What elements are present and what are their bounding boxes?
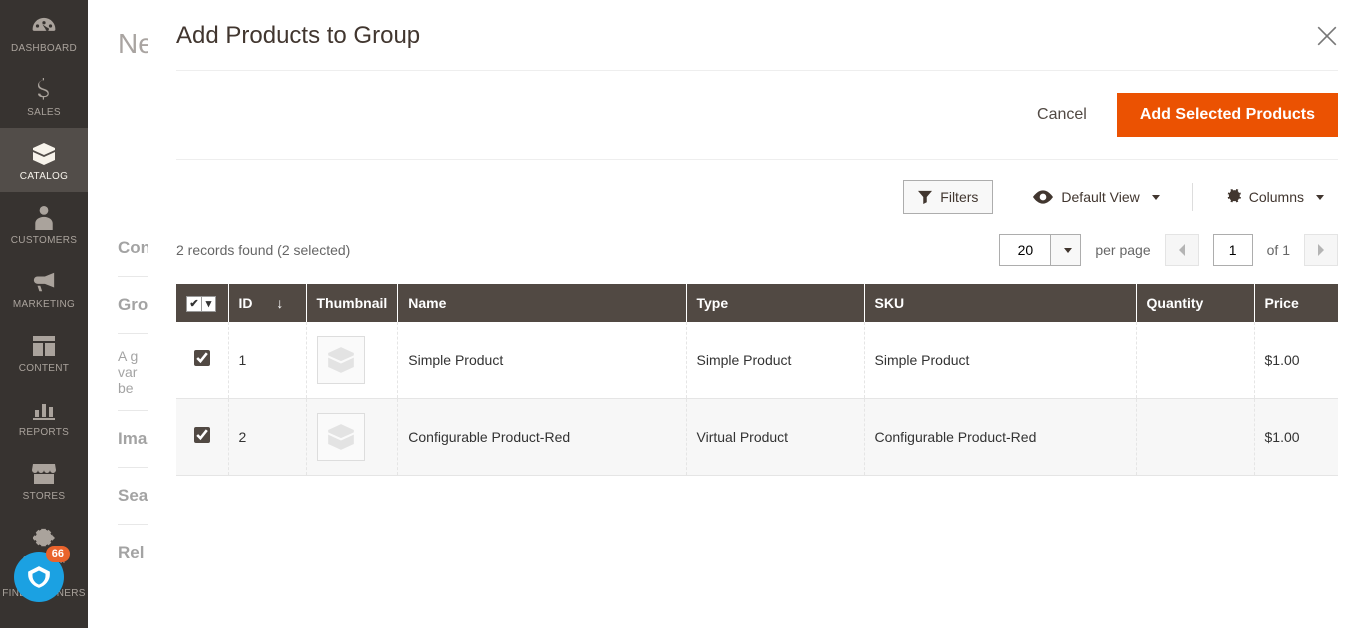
bars-icon — [33, 396, 55, 424]
page-total-label: of 1 — [1267, 242, 1290, 258]
table-row[interactable]: 1 Simple Product Simple Product Simple P… — [176, 322, 1338, 399]
layout-icon — [33, 332, 55, 360]
columns-button[interactable]: Columns — [1211, 181, 1338, 213]
cell-price: $1.00 — [1254, 322, 1338, 399]
col-quantity[interactable]: Quantity — [1136, 284, 1254, 322]
sidebar-item-label: Marketing — [13, 299, 75, 310]
megaphone-icon — [32, 268, 56, 296]
add-products-modal: Add Products to Group Cancel Add Selecte… — [148, 0, 1366, 628]
cell-id: 1 — [228, 322, 306, 399]
sidebar-item-label: Reports — [19, 427, 69, 438]
col-select-all[interactable]: ✔ ▾ — [176, 284, 228, 322]
store-icon — [32, 460, 56, 488]
help-bubble[interactable]: 66 — [14, 552, 64, 602]
cancel-button[interactable]: Cancel — [1031, 96, 1093, 134]
row-checkbox[interactable] — [194, 427, 210, 443]
sidebar-item-stores[interactable]: Stores — [0, 448, 88, 512]
funnel-icon — [918, 190, 932, 204]
sidebar-item-customers[interactable]: Customers — [0, 192, 88, 256]
separator — [1192, 183, 1193, 211]
admin-sidebar: Dashboard Sales Catalog Customers Market… — [0, 0, 88, 628]
table-row[interactable]: 2 Configurable Product-Red Virtual Produ… — [176, 398, 1338, 475]
sidebar-item-label: Catalog — [20, 171, 68, 182]
sidebar-item-label: Customers — [11, 235, 77, 246]
sidebar-item-label: Dashboard — [11, 43, 77, 54]
default-view-label: Default View — [1061, 189, 1139, 205]
row-checkbox[interactable] — [194, 350, 210, 366]
filters-button[interactable]: Filters — [903, 180, 993, 214]
col-price[interactable]: Price — [1254, 284, 1338, 322]
chevron-down-icon — [1064, 248, 1072, 253]
sidebar-item-label: Sales — [27, 107, 61, 118]
add-selected-button[interactable]: Add Selected Products — [1117, 93, 1338, 137]
gauge-icon — [31, 12, 57, 40]
sidebar-item-sales[interactable]: Sales — [0, 64, 88, 128]
filters-label: Filters — [940, 189, 978, 205]
gear-icon — [1225, 189, 1241, 205]
chevron-down-icon: ▾ — [201, 297, 215, 311]
sidebar-item-label: Stores — [23, 491, 66, 502]
close-icon[interactable] — [1316, 25, 1338, 47]
col-id[interactable]: ID ↓ — [228, 284, 306, 322]
cell-name: Configurable Product-Red — [398, 398, 686, 475]
sidebar-item-catalog[interactable]: Catalog — [0, 128, 88, 192]
sort-arrow-down-icon: ↓ — [276, 295, 283, 311]
records-found: 2 records found (2 selected) — [176, 242, 350, 258]
col-name[interactable]: Name — [398, 284, 686, 322]
cell-name: Simple Product — [398, 322, 686, 399]
col-type[interactable]: Type — [686, 284, 864, 322]
chevron-down-icon — [1152, 195, 1160, 200]
cell-price: $1.00 — [1254, 398, 1338, 475]
per-page-input[interactable] — [999, 234, 1051, 266]
cell-type: Virtual Product — [686, 398, 864, 475]
dollar-icon — [36, 76, 52, 104]
cell-sku: Simple Product — [864, 322, 1136, 399]
pager: per page of 1 — [999, 234, 1338, 266]
check-icon: ✔ — [187, 297, 201, 311]
col-thumbnail[interactable]: Thumbnail — [306, 284, 398, 322]
eye-icon — [1033, 190, 1053, 204]
person-icon — [35, 204, 53, 232]
sidebar-item-marketing[interactable]: Marketing — [0, 256, 88, 320]
cell-type: Simple Product — [686, 322, 864, 399]
chevron-left-icon — [1178, 244, 1186, 256]
cell-id: 2 — [228, 398, 306, 475]
modal-toolbar: Cancel Add Selected Products — [176, 70, 1338, 160]
columns-label: Columns — [1249, 189, 1304, 205]
modal-title: Add Products to Group — [176, 22, 420, 50]
cell-sku: Configurable Product-Red — [864, 398, 1136, 475]
col-sku[interactable]: SKU — [864, 284, 1136, 322]
sidebar-item-label: Content — [19, 363, 69, 374]
sidebar-item-reports[interactable]: Reports — [0, 384, 88, 448]
sidebar-item-content[interactable]: Content — [0, 320, 88, 384]
per-page-label: per page — [1095, 242, 1150, 258]
chevron-down-icon — [1316, 195, 1324, 200]
cell-qty — [1136, 322, 1254, 399]
grid-controls: Filters Default View Columns — [176, 160, 1338, 224]
cell-qty — [1136, 398, 1254, 475]
notification-badge: 66 — [46, 546, 70, 562]
per-page-dropdown[interactable] — [1051, 234, 1081, 266]
products-grid: ✔ ▾ ID ↓ Thumbnail Name Type SKU Quantit… — [176, 284, 1338, 476]
chevron-right-icon — [1317, 244, 1325, 256]
next-page-button[interactable] — [1304, 234, 1338, 266]
thumbnail-icon — [317, 413, 365, 461]
col-id-label: ID — [239, 295, 253, 311]
box-icon — [32, 140, 56, 168]
prev-page-button[interactable] — [1165, 234, 1199, 266]
thumbnail-icon — [317, 336, 365, 384]
page-input[interactable] — [1213, 234, 1253, 266]
sidebar-item-dashboard[interactable]: Dashboard — [0, 0, 88, 64]
default-view-button[interactable]: Default View — [1019, 181, 1173, 213]
